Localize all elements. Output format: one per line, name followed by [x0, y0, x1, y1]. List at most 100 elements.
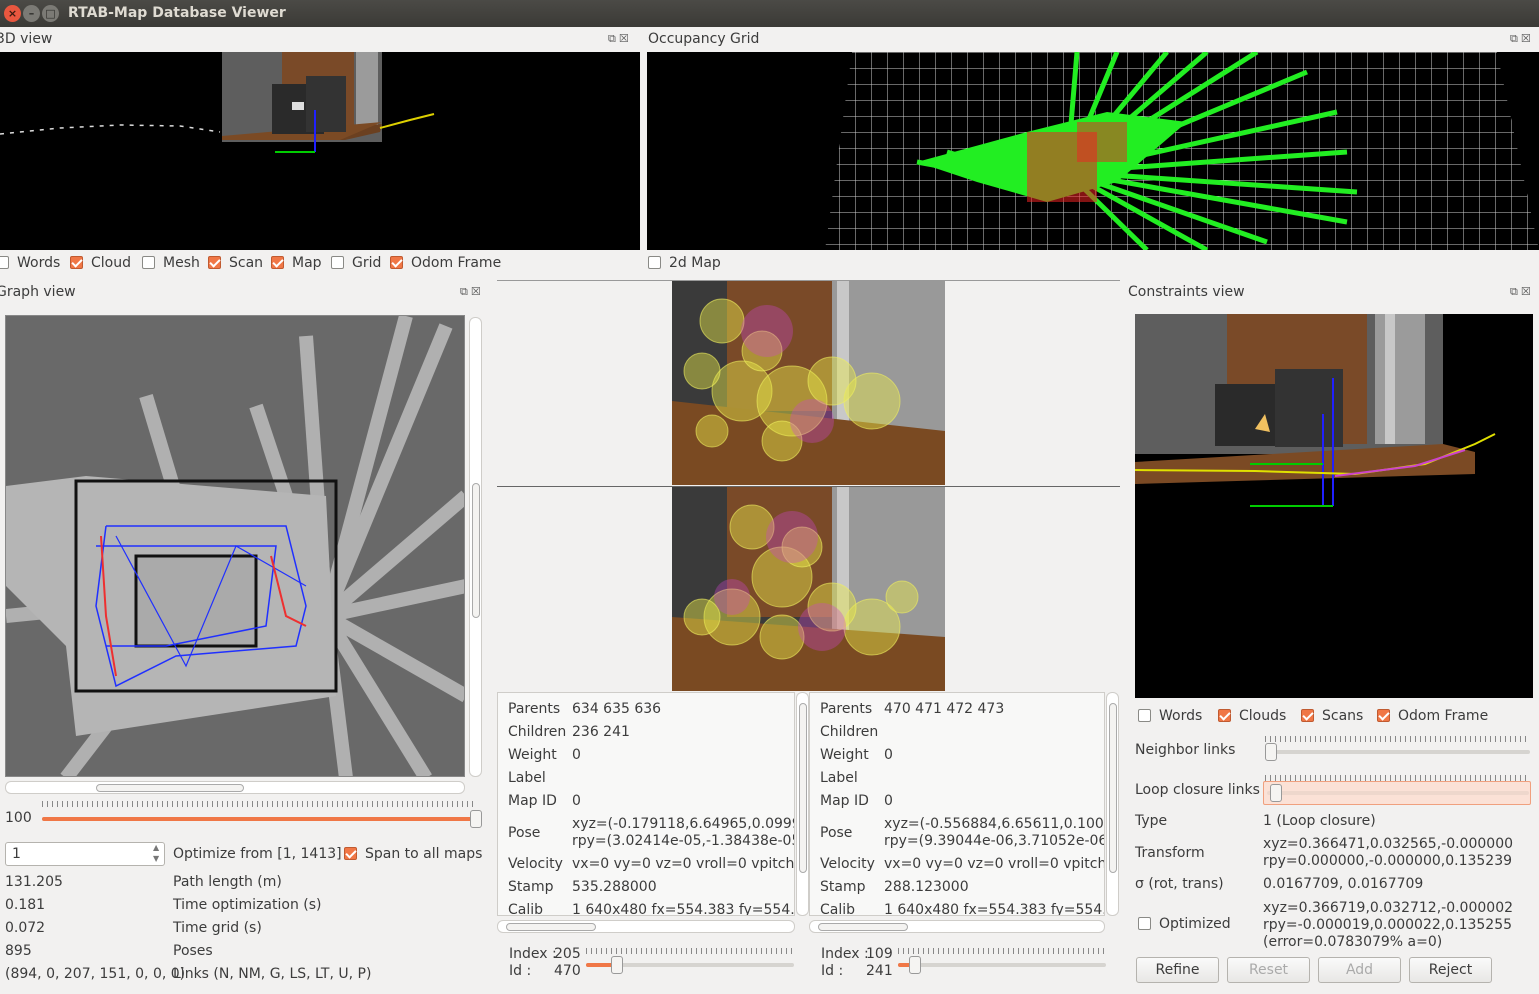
- neighbor-slider-handle[interactable]: [1265, 743, 1277, 761]
- window-minimize-button[interactable]: –: [23, 5, 40, 22]
- float-icon[interactable]: ⧉: [608, 32, 619, 45]
- checkbox-map[interactable]: [271, 256, 284, 269]
- node-left-hscrollbar[interactable]: [497, 920, 795, 933]
- checkbox-span-all-maps[interactable]: [344, 847, 357, 860]
- graph-slider-handle[interactable]: [470, 810, 482, 828]
- index-value: 205: [554, 946, 581, 962]
- row-value: vx=0 vy=0 vz=0 vroll=0 vpitch=0 v: [572, 856, 795, 872]
- graph-vscroll-thumb[interactable]: [472, 483, 480, 618]
- node-right-hscrollbar[interactable]: [809, 920, 1105, 933]
- stat-label: Poses: [173, 943, 213, 959]
- option-span-all-maps[interactable]: Span to all maps: [344, 846, 482, 862]
- node-left-slider-handle[interactable]: [611, 956, 624, 974]
- sigma-label: σ (rot, trans): [1135, 876, 1224, 892]
- option-words[interactable]: Words: [1138, 708, 1202, 724]
- close-icon[interactable]: ☒: [1521, 32, 1534, 45]
- window-title: RTAB-Map Database Viewer: [68, 5, 286, 21]
- stat-label: Path length (m): [173, 874, 282, 890]
- checkbox-mesh[interactable]: [142, 256, 155, 269]
- option-mesh[interactable]: Mesh: [142, 255, 200, 271]
- row-key: Calib: [820, 902, 856, 916]
- graph-view-canvas[interactable]: [5, 315, 465, 777]
- row-key: Weight: [820, 747, 869, 763]
- graph-vscrollbar[interactable]: [469, 317, 482, 777]
- close-icon[interactable]: ☒: [471, 285, 484, 298]
- image-view-bottom[interactable]: [672, 487, 945, 691]
- checkbox-scan[interactable]: [208, 256, 221, 269]
- node-right-slider-handle[interactable]: [908, 956, 921, 974]
- graph-slider[interactable]: [42, 817, 476, 821]
- row-key: Parents: [820, 701, 873, 717]
- loop-slider-handle[interactable]: [1270, 784, 1282, 802]
- window-close-button[interactable]: ×: [4, 5, 21, 22]
- node-right-vscrollbar[interactable]: [1106, 692, 1119, 916]
- checkbox-cloud[interactable]: [70, 256, 83, 269]
- optimize-from-label: Optimize from [1, 1413]: [173, 846, 342, 862]
- optimized-line-2: rpy=-0.000019,0.000022,0.135255: [1263, 917, 1513, 933]
- constraints-view-canvas[interactable]: [1135, 314, 1533, 698]
- node-right-slider[interactable]: [898, 963, 1106, 967]
- close-icon[interactable]: ☒: [1521, 285, 1534, 298]
- option-map[interactable]: Map: [271, 255, 322, 271]
- checkbox-optimized[interactable]: [1138, 917, 1151, 930]
- option-clouds[interactable]: Clouds: [1218, 708, 1286, 724]
- option-odom-frame[interactable]: Odom Frame: [390, 255, 501, 271]
- checkbox-scans[interactable]: [1301, 709, 1314, 722]
- float-icon[interactable]: ⧉: [1510, 285, 1521, 298]
- transform-line-2: rpy=0.000000,-0.000000,0.135239: [1263, 853, 1513, 869]
- view-3d-canvas[interactable]: [0, 52, 640, 250]
- graph-hscrollbar[interactable]: [5, 781, 465, 794]
- row-key: Label: [820, 770, 858, 786]
- option-odom-frame[interactable]: Odom Frame: [1377, 708, 1488, 724]
- stat-label: Time optimization (s): [173, 897, 322, 913]
- row-key: Label: [508, 770, 546, 786]
- refine-button[interactable]: Refine: [1136, 957, 1219, 983]
- id-value: 241: [866, 963, 893, 979]
- stat-value: (894, 0, 207, 151, 0, 0, 0): [5, 966, 186, 982]
- node-left-vscroll-thumb[interactable]: [799, 703, 807, 873]
- row-value: 535.288000: [572, 879, 657, 895]
- iteration-spinbox[interactable]: 1 ▲ ▼: [5, 842, 165, 866]
- row-value: 470 471 472 473: [884, 701, 1005, 717]
- image-view-top[interactable]: [672, 281, 945, 485]
- stat-value: 131.205: [5, 874, 63, 890]
- option-grid[interactable]: Grid: [331, 255, 381, 271]
- row-key: Children: [508, 724, 567, 740]
- option-scan[interactable]: Scan: [208, 255, 263, 271]
- option-2d-map[interactable]: 2d Map: [648, 255, 721, 271]
- option-cloud[interactable]: Cloud: [70, 255, 131, 271]
- spin-arrows-icon[interactable]: ▲ ▼: [153, 842, 159, 864]
- neighbor-links-label: Neighbor links: [1135, 742, 1236, 758]
- checkbox-2d-map[interactable]: [648, 256, 661, 269]
- row-value: 634 635 636: [572, 701, 662, 717]
- float-icon[interactable]: ⧉: [460, 285, 471, 298]
- option-scans[interactable]: Scans: [1301, 708, 1363, 724]
- checkbox-words[interactable]: [1138, 709, 1151, 722]
- close-icon[interactable]: ☒: [619, 32, 632, 45]
- float-icon[interactable]: ⧉: [1510, 32, 1521, 45]
- reset-button[interactable]: Reset: [1227, 957, 1310, 983]
- checkbox-odom-frame[interactable]: [390, 256, 403, 269]
- option-words[interactable]: Words: [0, 255, 60, 271]
- node-left-hscroll-thumb[interactable]: [506, 923, 596, 931]
- neighbor-links-slider[interactable]: [1265, 750, 1530, 754]
- checkbox-words[interactable]: [0, 256, 9, 269]
- sigma-value: 0.0167709, 0.0167709: [1263, 876, 1424, 892]
- graph-hscroll-thumb[interactable]: [96, 784, 244, 792]
- node-right-vscroll-thumb[interactable]: [1109, 703, 1117, 873]
- checkbox-grid[interactable]: [331, 256, 344, 269]
- loop-closure-links-slider[interactable]: [1267, 791, 1529, 795]
- option-optimized[interactable]: Optimized: [1138, 916, 1231, 932]
- occupancy-grid-canvas[interactable]: [647, 52, 1539, 250]
- checkbox-clouds[interactable]: [1218, 709, 1231, 722]
- neighbor-slider-ticks: [1265, 736, 1530, 742]
- checkbox-odom-frame[interactable]: [1377, 709, 1390, 722]
- window-maximize-button[interactable]: □: [42, 5, 59, 22]
- occupancy-grid-render: [825, 52, 1539, 250]
- reject-button[interactable]: Reject: [1409, 957, 1492, 983]
- transform-label: Transform: [1135, 845, 1205, 861]
- node-left-vscrollbar[interactable]: [796, 692, 809, 916]
- add-button[interactable]: Add: [1318, 957, 1401, 983]
- node-right-hscroll-thumb[interactable]: [818, 923, 908, 931]
- stat-value: 0.181: [5, 897, 46, 913]
